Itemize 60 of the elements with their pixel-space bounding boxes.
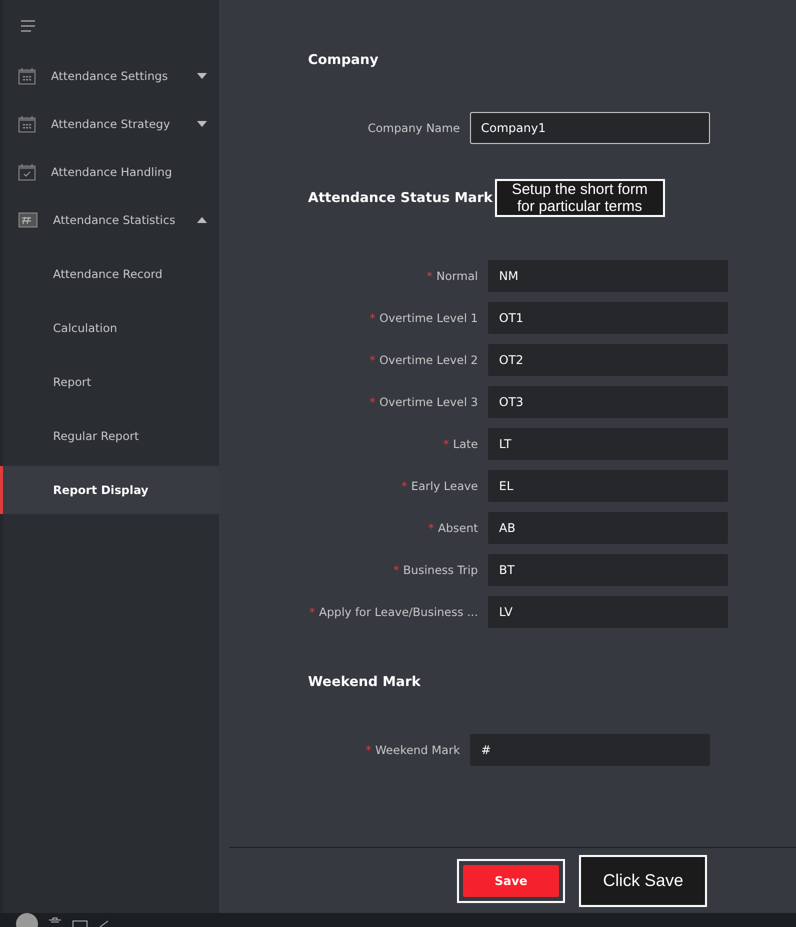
section-title: Company bbox=[308, 52, 378, 68]
menu-label: Attendance Strategy bbox=[51, 117, 172, 131]
menu-label: Attendance Settings bbox=[51, 69, 169, 83]
input-field[interactable]: EL bbox=[488, 470, 728, 502]
section-title: Attendance Status Mark bbox=[308, 190, 493, 206]
field-label: Apply for Leave/Business ... bbox=[318, 605, 478, 619]
caret-icon[interactable] bbox=[197, 121, 207, 127]
sidebar-item[interactable]: Attendance Strategy bbox=[3, 100, 219, 148]
input-field[interactable]: OT2 bbox=[488, 344, 728, 376]
sidebar-item[interactable]: Attendance Settings bbox=[3, 52, 219, 100]
menu-label: Attendance Statistics bbox=[53, 213, 176, 227]
field-label: Early Leave bbox=[411, 479, 478, 493]
required-mark: * bbox=[401, 479, 408, 493]
input-field[interactable]: Company1 bbox=[470, 112, 710, 144]
input-field[interactable]: BT bbox=[488, 554, 728, 586]
section-title: Weekend Mark bbox=[308, 674, 421, 690]
chart-icon bbox=[18, 212, 38, 228]
submenu-item[interactable]: Report bbox=[0, 358, 219, 406]
caret-icon[interactable] bbox=[197, 73, 207, 79]
field-label: Overtime Level 1 bbox=[379, 311, 478, 325]
submenu-item[interactable]: Calculation bbox=[0, 304, 219, 352]
submenu-item[interactable]: Attendance Record bbox=[0, 250, 219, 298]
required-mark: * bbox=[393, 563, 400, 577]
required-mark: * bbox=[309, 605, 315, 619]
callout-box: Click Save bbox=[579, 854, 708, 906]
input-field[interactable]: OT1 bbox=[488, 302, 728, 334]
input-field[interactable]: AB bbox=[488, 512, 728, 544]
required-mark: * bbox=[443, 437, 449, 451]
input-field[interactable]: # bbox=[470, 734, 710, 766]
input-field[interactable]: LV bbox=[488, 596, 728, 628]
calendar-check-icon bbox=[18, 163, 36, 181]
sidebar-item[interactable]: Attendance Handling bbox=[3, 148, 219, 196]
sidebar-item[interactable]: Attendance Statistics bbox=[3, 196, 219, 244]
field-label: Absent bbox=[438, 521, 478, 535]
submenu-item[interactable]: Report Display bbox=[0, 466, 219, 514]
required-mark: * bbox=[370, 311, 376, 325]
field-label: Late bbox=[452, 437, 478, 451]
field-label: Business Trip bbox=[403, 563, 478, 577]
input-field[interactable]: NM bbox=[488, 260, 728, 292]
input-field[interactable]: LT bbox=[488, 428, 728, 460]
submenu-item[interactable]: Regular Report bbox=[0, 412, 219, 460]
callout-box: Setup the short form for particular terms bbox=[494, 179, 665, 217]
menu-icon[interactable] bbox=[20, 20, 36, 32]
avatar-icon[interactable] bbox=[16, 913, 38, 927]
required-mark: * bbox=[428, 521, 434, 535]
input-field[interactable]: OT3 bbox=[488, 386, 728, 418]
caret-icon[interactable] bbox=[197, 217, 207, 223]
field-label: Normal bbox=[436, 269, 478, 283]
required-mark: * bbox=[370, 353, 376, 367]
calendar-icon bbox=[18, 67, 36, 85]
field-label: Weekend Mark bbox=[375, 743, 460, 757]
field-label: Overtime Level 3 bbox=[379, 395, 478, 409]
calendar-icon bbox=[18, 115, 36, 133]
save-button[interactable]: Save bbox=[463, 864, 559, 896]
required-mark: * bbox=[426, 269, 432, 283]
menu-label: Attendance Handling bbox=[51, 165, 173, 179]
required-mark: * bbox=[365, 743, 372, 757]
required-mark: * bbox=[370, 395, 376, 409]
field-label: Company Name bbox=[368, 121, 460, 135]
field-label: Overtime Level 2 bbox=[379, 353, 478, 367]
